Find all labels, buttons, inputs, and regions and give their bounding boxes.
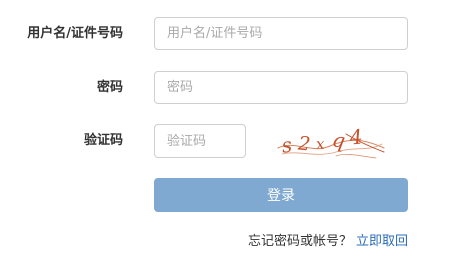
- svg-text:x: x: [315, 135, 325, 154]
- captcha-image[interactable]: s 2 x q 4: [276, 122, 386, 162]
- captcha-label: 验证码: [83, 133, 123, 148]
- svg-text:s: s: [280, 133, 294, 158]
- password-label: 密码: [96, 80, 123, 95]
- svg-text:2: 2: [296, 132, 311, 155]
- password-input[interactable]: [154, 71, 408, 104]
- retrieve-now-link[interactable]: 立即取回: [356, 234, 408, 249]
- captcha-input[interactable]: [154, 124, 246, 158]
- forgot-account-text: 忘记密码或帐号？: [247, 234, 352, 249]
- captcha-text: s 2 x q 4: [280, 124, 364, 157]
- login-button[interactable]: 登录: [154, 178, 408, 212]
- svg-text:q: q: [330, 127, 347, 153]
- username-label: 用户名/证件号码: [27, 26, 123, 41]
- svg-text:4: 4: [347, 124, 363, 149]
- username-input[interactable]: [154, 17, 408, 50]
- forgot-account-row: 忘记密码或帐号？ 立即取回: [248, 233, 408, 251]
